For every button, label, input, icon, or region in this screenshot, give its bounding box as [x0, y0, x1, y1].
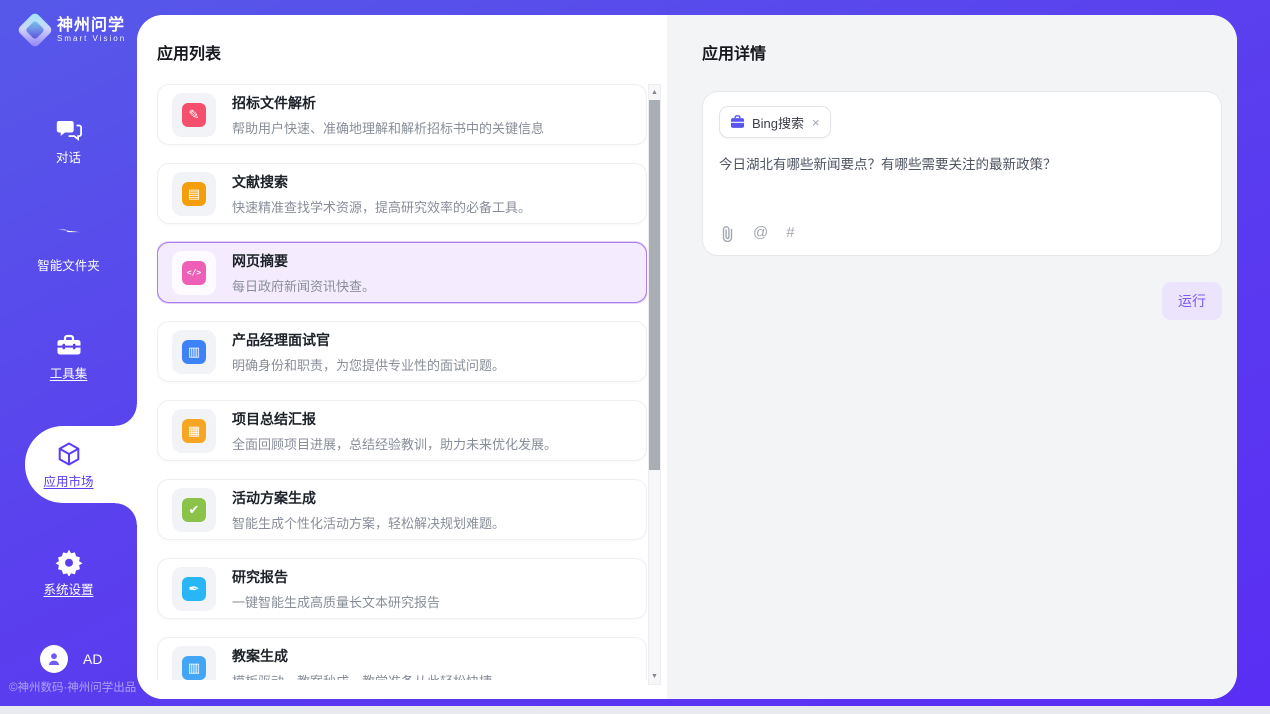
sidebar-item-label: 系统设置 — [43, 579, 93, 598]
app-card[interactable]: ▦ 项目总结汇报 全面回顾项目进展，总结经验教训，助力未来优化发展。 — [157, 400, 647, 461]
attachment-toolbar: @# — [720, 224, 795, 242]
sidebar-item-toolbox[interactable]: 工具集 — [0, 332, 137, 382]
sidebar: 神州问学 Smart Vision 对话 智能文件夹 工具集 应用市场 系统设置 — [0, 0, 137, 706]
at-icon[interactable]: @ — [753, 224, 768, 242]
sidebar-item-label: 应用市场 — [43, 471, 93, 490]
app-description: 快速精准查找学术资源，提高研究效率的必备工具。 — [232, 197, 531, 216]
app-card[interactable]: ✎ 招标文件解析 帮助用户快速、准确地理解和解析招标书中的关键信息 — [157, 84, 647, 145]
brand-subtitle: Smart Vision — [57, 35, 126, 44]
app-card[interactable]: </> 网页摘要 每日政府新闻资讯快查。 — [157, 242, 647, 303]
person-icon — [46, 651, 62, 667]
app-icon: ✎ — [172, 93, 216, 137]
user-initials: AD — [83, 651, 102, 667]
app-description: 帮助用户快速、准确地理解和解析招标书中的关键信息 — [232, 118, 544, 137]
sidebar-item-label: 对话 — [56, 147, 81, 166]
app-list-scrollbar[interactable]: ▲ ▼ — [648, 84, 661, 685]
app-description: 一键智能生成高质量长文本研究报告 — [232, 592, 440, 611]
run-button[interactable]: 运行 — [1162, 282, 1222, 320]
sidebar-nav: 对话 智能文件夹 工具集 应用市场 系统设置 — [0, 116, 137, 656]
app-window: 神州问学 Smart Vision 对话 智能文件夹 工具集 应用市场 系统设置 — [0, 0, 1270, 714]
app-description: 明确身份和职责，为您提供专业性的面试问题。 — [232, 355, 505, 374]
brand-logo: 神州问学 Smart Vision — [0, 0, 137, 43]
app-icon: ▥ — [172, 646, 216, 681]
app-name: 产品经理面试官 — [232, 330, 505, 350]
app-name: 项目总结汇报 — [232, 409, 557, 429]
app-detail-panel: 应用详情 Bing搜索 × 今日湖北有哪些新闻要点？有哪些需要关注的最新政策？ … — [667, 15, 1237, 699]
app-name: 教案生成 — [232, 646, 492, 666]
main-content: 应用列表 ✎ 招标文件解析 帮助用户快速、准确地理解和解析招标书中的关键信息 ▤… — [137, 15, 1237, 699]
app-name: 研究报告 — [232, 567, 440, 587]
app-card[interactable]: ▤ 文献搜索 快速精准查找学术资源，提高研究效率的必备工具。 — [157, 163, 647, 224]
sidebar-item-gear[interactable]: 系统设置 — [0, 548, 137, 598]
chat-icon — [55, 116, 83, 144]
copyright-text: ©神州数码·神州问学出品 — [9, 679, 136, 695]
sidebar-item-chat[interactable]: 对话 — [0, 116, 137, 166]
app-icon: ✒ — [172, 567, 216, 611]
sidebar-item-label: 智能文件夹 — [37, 255, 100, 274]
user-avatar[interactable] — [40, 645, 68, 673]
scrollbar-down-arrow[interactable]: ▼ — [649, 670, 660, 683]
app-list-panel: 应用列表 ✎ 招标文件解析 帮助用户快速、准确地理解和解析招标书中的关键信息 ▤… — [137, 15, 667, 699]
tool-chip-label: Bing搜索 — [752, 113, 804, 132]
paperclip-icon[interactable] — [720, 225, 735, 242]
app-name: 网页摘要 — [232, 251, 375, 271]
user-account[interactable]: AD — [0, 645, 137, 673]
gear-icon — [55, 548, 83, 576]
run-button-row: 运行 — [702, 282, 1222, 320]
app-card[interactable]: ✒ 研究报告 一键智能生成高质量长文本研究报告 — [157, 558, 647, 619]
app-description: 每日政府新闻资讯快查。 — [232, 276, 375, 295]
app-description: 智能生成个性化活动方案，轻松解决规划难题。 — [232, 513, 505, 532]
app-name: 文献搜索 — [232, 172, 531, 192]
app-list-title: 应用列表 — [137, 15, 667, 64]
sidebar-item-cube[interactable]: 应用市场 — [0, 440, 137, 490]
folder-icon — [55, 224, 83, 252]
query-text-input[interactable]: 今日湖北有哪些新闻要点？有哪些需要关注的最新政策？ — [719, 155, 1205, 175]
brand-diamond-icon — [17, 12, 54, 49]
scrollbar-thumb[interactable] — [649, 100, 660, 470]
cube-icon — [55, 440, 83, 468]
sidebar-item-folder[interactable]: 智能文件夹 — [0, 224, 137, 274]
app-card[interactable]: ▥ 产品经理面试官 明确身份和职责，为您提供专业性的面试问题。 — [157, 321, 647, 382]
app-description: 全面回顾项目进展，总结经验教训，助力未来优化发展。 — [232, 434, 557, 453]
app-icon: </> — [172, 251, 216, 295]
app-description: 模板驱动，教案秒成，教学准备从此轻松快捷 — [232, 671, 492, 681]
app-card-list: ✎ 招标文件解析 帮助用户快速、准确地理解和解析招标书中的关键信息 ▤ 文献搜索… — [157, 84, 647, 680]
app-icon: ✔ — [172, 488, 216, 532]
tool-chip-close-icon[interactable]: × — [812, 115, 820, 130]
app-icon: ▦ — [172, 409, 216, 453]
prompt-input-card: Bing搜索 × 今日湖北有哪些新闻要点？有哪些需要关注的最新政策？ @# — [702, 91, 1222, 256]
app-name: 活动方案生成 — [232, 488, 505, 508]
hash-icon[interactable]: # — [786, 224, 794, 242]
briefcase-icon — [730, 115, 745, 129]
app-icon: ▤ — [172, 172, 216, 216]
app-icon: ▥ — [172, 330, 216, 374]
sidebar-item-label: 工具集 — [50, 363, 88, 382]
brand-name: 神州问学 — [57, 17, 126, 35]
toolbox-icon — [55, 332, 83, 360]
scrollbar-up-arrow[interactable]: ▲ — [649, 86, 660, 99]
app-detail-title: 应用详情 — [702, 40, 1222, 64]
app-name: 招标文件解析 — [232, 93, 544, 113]
tool-chip-bing-search[interactable]: Bing搜索 × — [719, 106, 831, 138]
app-card[interactable]: ▥ 教案生成 模板驱动，教案秒成，教学准备从此轻松快捷 — [157, 637, 647, 680]
app-card[interactable]: ✔ 活动方案生成 智能生成个性化活动方案，轻松解决规划难题。 — [157, 479, 647, 540]
